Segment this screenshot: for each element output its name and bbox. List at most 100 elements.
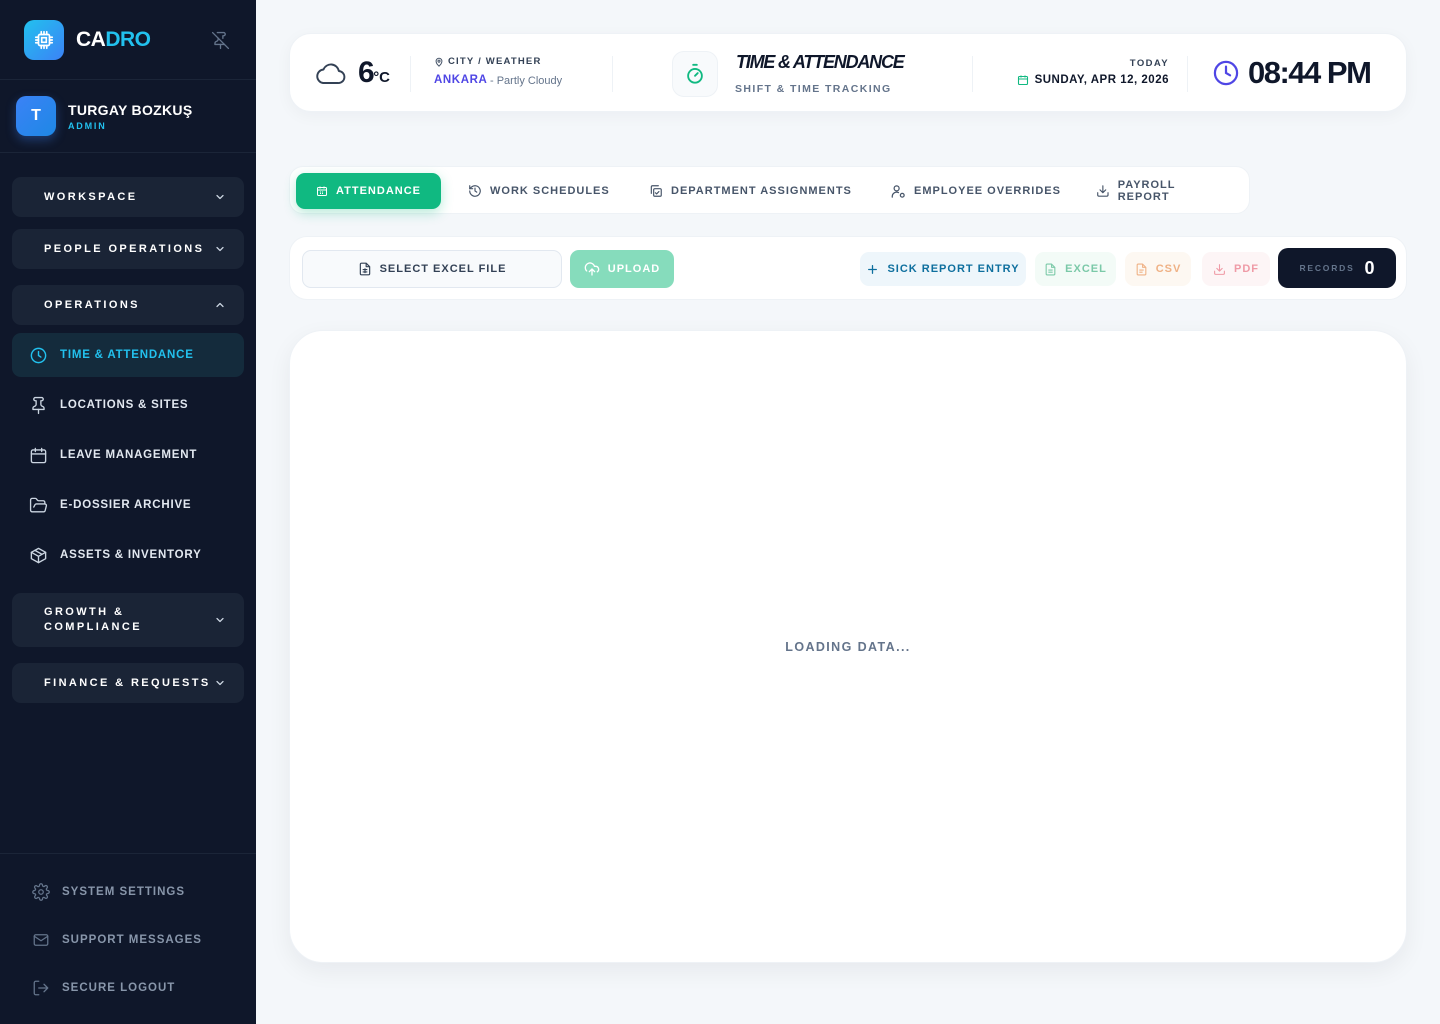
temperature: 6°C — [358, 56, 391, 89]
select-excel-file-button[interactable]: SELECT EXCEL FILE — [302, 250, 562, 288]
sidebar-item-label: ASSETS & INVENTORY — [60, 549, 202, 561]
pin-off-icon — [211, 31, 229, 49]
secure-logout-button[interactable]: SECURE LOGOUT — [12, 964, 244, 1012]
spreadsheet-file-icon — [359, 262, 370, 276]
chip-logo-icon — [24, 19, 64, 60]
nav-group-label: PEOPLE OPERATIONS — [44, 242, 205, 255]
tab-employee-overrides[interactable]: EMPLOYEE OVERRIDES — [871, 173, 1081, 209]
sidebar-nav: WORKSPACE PEOPLE OPERATIONS OPERATIONS T… — [0, 153, 256, 703]
sidebar-item-time-attendance[interactable]: TIME & ATTENDANCE — [12, 333, 244, 377]
sidebar-item-label: LOCATIONS & SITES — [60, 399, 189, 411]
header-divider — [410, 56, 411, 92]
download-icon — [1214, 263, 1225, 275]
city-name: ANKARA — [434, 74, 488, 86]
tab-payroll-report[interactable]: PAYROLL REPORT — [1076, 173, 1249, 209]
unpin-sidebar-button[interactable] — [210, 30, 230, 50]
download-icon — [1097, 185, 1109, 197]
city-weather-label: CITY / WEATHER — [434, 56, 542, 67]
page-subtitle: SHIFT & TIME TRACKING — [735, 83, 892, 95]
plus-icon — [868, 264, 878, 274]
nav-group-finance-requests[interactable]: FINANCE & REQUESTS — [12, 663, 244, 703]
calendar-icon — [317, 186, 328, 197]
header-divider — [612, 56, 613, 92]
system-settings-link[interactable]: SYSTEM SETTINGS — [12, 868, 244, 916]
gear-icon — [32, 883, 50, 901]
sidebar-footer: SYSTEM SETTINGS SUPPORT MESSAGES SECURE … — [0, 853, 256, 1024]
chevron-up-icon — [216, 302, 224, 308]
sidebar-item-label: LEAVE MANAGEMENT — [60, 449, 198, 461]
chevron-down-icon — [216, 680, 224, 686]
spreadsheet-file-icon — [1045, 263, 1056, 275]
sidebar-item-label: E-DOSSIER ARCHIVE — [60, 499, 192, 511]
user-role: ADMIN — [68, 120, 107, 131]
sidebar: CADRO T TURGAY BOZKUŞ ADMIN WORKSPACE PE… — [0, 0, 256, 1024]
sidebar-item-locations-sites[interactable]: LOCATIONS & SITES — [12, 383, 244, 427]
export-pdf-button[interactable]: PDF — [1202, 252, 1270, 286]
nav-group-operations[interactable]: OPERATIONS — [12, 285, 244, 325]
page-title: TIME & ATTENDANCE — [736, 52, 905, 72]
nav-group-label: WORKSPACE — [44, 190, 138, 203]
support-messages-link[interactable]: SUPPORT MESSAGES — [12, 916, 244, 964]
user-name: TURGAY BOZKUŞ — [68, 101, 193, 118]
sidebar-item-assets-inventory[interactable]: ASSETS & INVENTORY — [12, 533, 244, 577]
nav-group-people-operations[interactable]: PEOPLE OPERATIONS — [12, 229, 244, 269]
nav-group-label: FINANCE & REQUESTS — [44, 676, 211, 689]
copy-check-icon — [650, 185, 662, 197]
nav-group-workspace[interactable]: WORKSPACE — [12, 177, 244, 217]
upload-button[interactable]: UPLOAD — [570, 250, 674, 288]
pin-icon — [28, 395, 48, 415]
cloud-icon — [316, 63, 346, 84]
nav-group-label: OPERATIONS — [44, 298, 140, 311]
chevron-down-icon — [216, 617, 224, 623]
calendar-icon — [28, 445, 48, 465]
nav-group-growth-compliance[interactable]: GROWTH & COMPLIANCE — [12, 593, 244, 647]
header-divider — [1187, 56, 1188, 92]
loading-indicator: LOADING DATA... — [785, 640, 911, 654]
main-area: 6°C CITY / WEATHER ANKARA - Partly Cloud… — [256, 0, 1440, 1024]
tab-department-assignments[interactable]: DEPARTMENT ASSIGNMENTS — [629, 173, 872, 209]
action-toolbar: SELECT EXCEL FILE UPLOAD SICK REPORT ENT… — [289, 236, 1407, 300]
weather-condition: - Partly Cloudy — [490, 75, 563, 87]
mail-icon — [33, 934, 49, 946]
clock-icon — [1213, 60, 1239, 86]
map-pin-icon — [435, 57, 443, 67]
history-icon — [469, 185, 481, 197]
clock-icon — [28, 345, 48, 365]
export-csv-button[interactable]: CSV — [1125, 252, 1191, 286]
avatar: T — [16, 96, 56, 136]
brand-header: CADRO — [0, 0, 256, 80]
logout-icon — [33, 980, 49, 996]
nav-group-label: GROWTH & COMPLIANCE — [44, 606, 142, 633]
user-profile[interactable]: T TURGAY BOZKUŞ ADMIN — [0, 80, 256, 153]
footer-link-label: SYSTEM SETTINGS — [62, 886, 185, 898]
sidebar-item-label: TIME & ATTENDANCE — [60, 349, 194, 361]
attendance-content-panel: LOADING DATA... — [289, 330, 1407, 963]
export-excel-button[interactable]: EXCEL — [1035, 252, 1116, 286]
package-icon — [28, 545, 48, 565]
chevron-down-icon — [216, 194, 224, 200]
folder-open-icon — [28, 495, 48, 515]
calendar-icon — [1017, 75, 1028, 86]
current-time: 08:44 PM — [1248, 55, 1372, 90]
today-label: TODAY — [1129, 58, 1169, 69]
records-count: 0 — [1364, 257, 1375, 278]
top-header: 6°C CITY / WEATHER ANKARA - Partly Cloud… — [289, 33, 1407, 112]
footer-link-label: SUPPORT MESSAGES — [62, 934, 202, 946]
chevron-down-icon — [216, 246, 224, 252]
user-cog-icon — [891, 184, 905, 198]
sidebar-item-e-dossier-archive[interactable]: E-DOSSIER ARCHIVE — [12, 483, 244, 527]
brand-name: CADRO — [76, 27, 151, 51]
current-date: SUNDAY, APR 12, 2026 — [1017, 74, 1169, 86]
records-counter: RECORDS 0 — [1278, 248, 1396, 288]
sick-report-entry-button[interactable]: SICK REPORT ENTRY — [860, 252, 1026, 286]
sidebar-item-leave-management[interactable]: LEAVE MANAGEMENT — [12, 433, 244, 477]
tab-bar: ATTENDANCE WORK SCHEDULES DEPARTMENT ASS… — [289, 166, 1250, 214]
file-text-icon — [1136, 263, 1147, 275]
records-label: RECORDS — [1299, 263, 1355, 273]
header-divider — [972, 56, 973, 92]
footer-link-label: SECURE LOGOUT — [62, 982, 176, 994]
cloud-upload-icon — [584, 262, 600, 276]
tab-work-schedules[interactable]: WORK SCHEDULES — [448, 173, 630, 209]
stopwatch-icon — [672, 51, 718, 97]
tab-attendance[interactable]: ATTENDANCE — [296, 173, 441, 209]
